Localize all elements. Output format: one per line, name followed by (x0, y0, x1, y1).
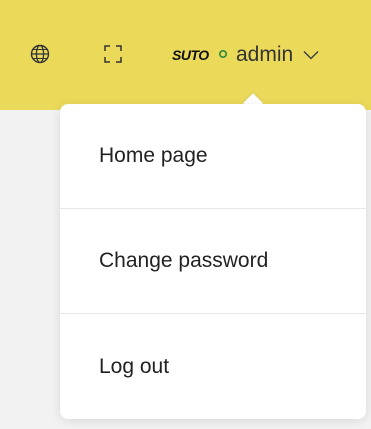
user-menu-trigger[interactable]: SUTO admin (172, 38, 319, 72)
page: SUTO admin Home page Change password Log… (0, 0, 371, 429)
dropdown-list: Home page Change password Log out (60, 104, 366, 419)
chevron-down-icon (303, 50, 319, 60)
username: admin (236, 43, 294, 66)
fullscreen-icon[interactable] (104, 45, 122, 63)
menu-item-log-out[interactable]: Log out (60, 314, 366, 419)
svg-text:SUTO: SUTO (172, 48, 209, 62)
menu-item-home-page[interactable]: Home page (60, 104, 366, 209)
menu-item-change-password[interactable]: Change password (60, 209, 366, 314)
top-header: SUTO admin (0, 0, 371, 110)
globe-icon[interactable] (30, 44, 50, 64)
suto-logo-icon: SUTO (172, 48, 227, 62)
